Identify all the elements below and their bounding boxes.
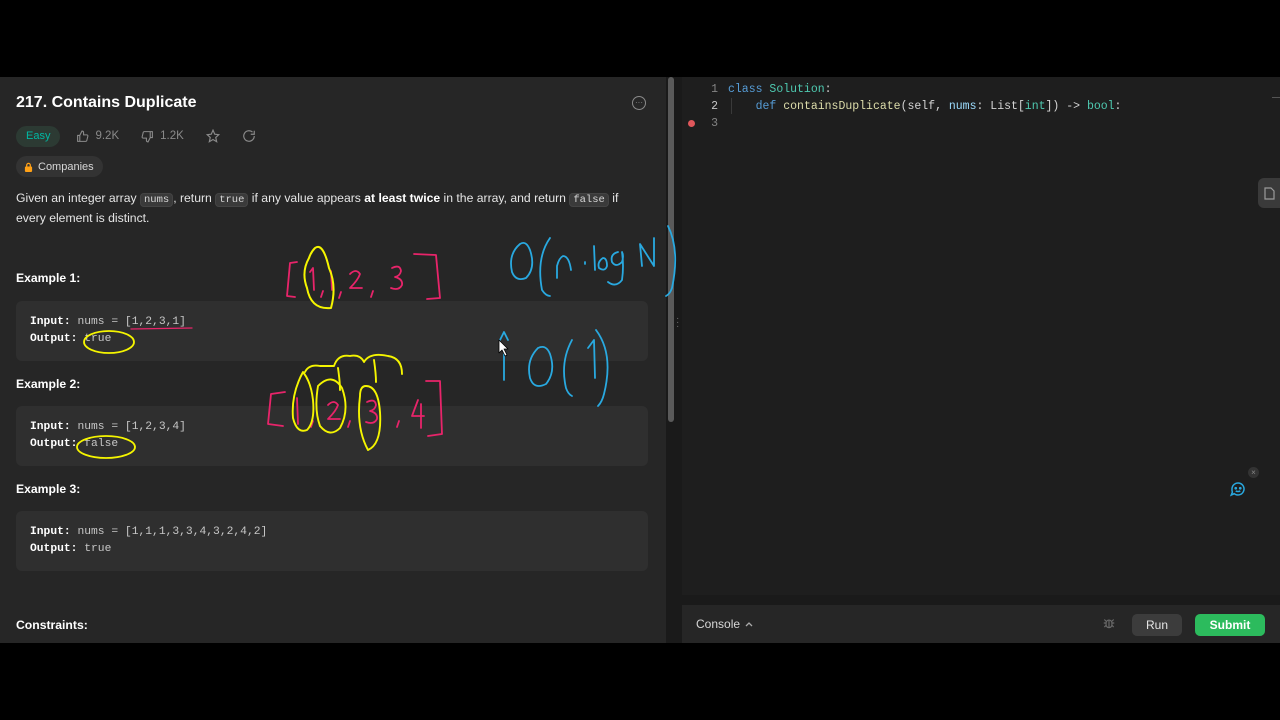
side-panel-tab[interactable]: [1258, 178, 1280, 208]
thumbs-down-icon: [141, 130, 154, 142]
thumbs-up-icon: [77, 130, 89, 142]
example-1-output: Output: true: [30, 333, 112, 345]
example-2-input: Input: nums = [1,2,3,4]: [30, 421, 186, 433]
like-button[interactable]: 9.2K: [70, 130, 125, 143]
share-button[interactable]: [236, 129, 262, 143]
inline-code-false: false: [569, 193, 609, 207]
example-3-output: Output: true: [30, 543, 112, 555]
console-label: Console: [696, 617, 741, 631]
chat-icon: [1229, 482, 1245, 497]
dislike-button[interactable]: 1.2K: [135, 130, 190, 143]
dislike-count: 1.2K: [160, 130, 184, 142]
close-icon[interactable]: ×: [1248, 467, 1259, 478]
line-number: 1: [711, 83, 718, 96]
problem-meta: Easy 9.2K 1.2K: [16, 125, 262, 147]
code-line-2[interactable]: def containsDuplicate(self, nums: List[i…: [728, 100, 1122, 113]
share-icon: [243, 130, 255, 142]
example-1-title: Example 1:: [16, 271, 81, 285]
favorite-button[interactable]: [200, 129, 226, 143]
run-button[interactable]: Run: [1132, 614, 1182, 636]
companies-tag[interactable]: Companies: [16, 156, 103, 177]
description-panel: 217. Contains Duplicate ··· Easy 9.2K 1.…: [0, 77, 666, 643]
example-3-input: Input: nums = [1,1,1,3,3,4,3,2,4,2]: [30, 526, 268, 538]
code-editor[interactable]: 1 2 3 class Solution: def containsDuplic…: [682, 77, 1280, 595]
line-number: 3: [711, 117, 718, 130]
problem-description: Given an integer array nums, return true…: [16, 191, 619, 225]
example-2-box: Input: nums = [1,2,3,4] Output: false: [16, 406, 648, 466]
example-3-box: Input: nums = [1,1,1,3,3,4,3,2,4,2] Outp…: [16, 511, 648, 571]
difficulty-badge: Easy: [16, 125, 61, 147]
lock-icon: [24, 162, 33, 172]
emphasis-text: at least twice: [364, 191, 441, 205]
minimap-marker: [1272, 97, 1280, 98]
example-3-title: Example 3:: [16, 482, 81, 496]
inline-code-nums: nums: [139, 193, 174, 207]
console-bar: Console Run Submit: [682, 605, 1280, 643]
like-count: 9.2K: [95, 130, 120, 142]
panel-resize-handle[interactable]: · · ·: [676, 314, 679, 332]
example-2-output: Output: false: [30, 438, 119, 450]
app-frame: 217. Contains Duplicate ··· Easy 9.2K 1.…: [0, 77, 1280, 643]
companies-label: Companies: [38, 160, 94, 173]
more-options-icon[interactable]: ···: [632, 96, 646, 110]
code-line-1[interactable]: class Solution:: [728, 83, 832, 96]
bug-icon[interactable]: [1102, 616, 1116, 630]
star-icon: [205, 129, 220, 143]
breakpoint-icon[interactable]: [688, 120, 695, 127]
submit-button[interactable]: Submit: [1195, 614, 1265, 636]
description-scrollbar[interactable]: [668, 77, 674, 422]
inline-code-true: true: [215, 193, 249, 207]
feedback-chat-button[interactable]: [1222, 473, 1254, 505]
console-toggle[interactable]: Console: [696, 617, 753, 631]
constraints-title: Constraints:: [16, 618, 88, 632]
example-1-input: Input: nums = [1,2,3,1]: [30, 316, 186, 328]
file-icon: [1263, 186, 1275, 200]
line-number: 2: [711, 100, 718, 113]
problem-title: 217. Contains Duplicate: [16, 94, 197, 111]
example-2-title: Example 2:: [16, 377, 81, 391]
chevron-up-icon: [745, 622, 753, 627]
example-1-box: Input: nums = [1,2,3,1] Output: true: [16, 301, 648, 361]
